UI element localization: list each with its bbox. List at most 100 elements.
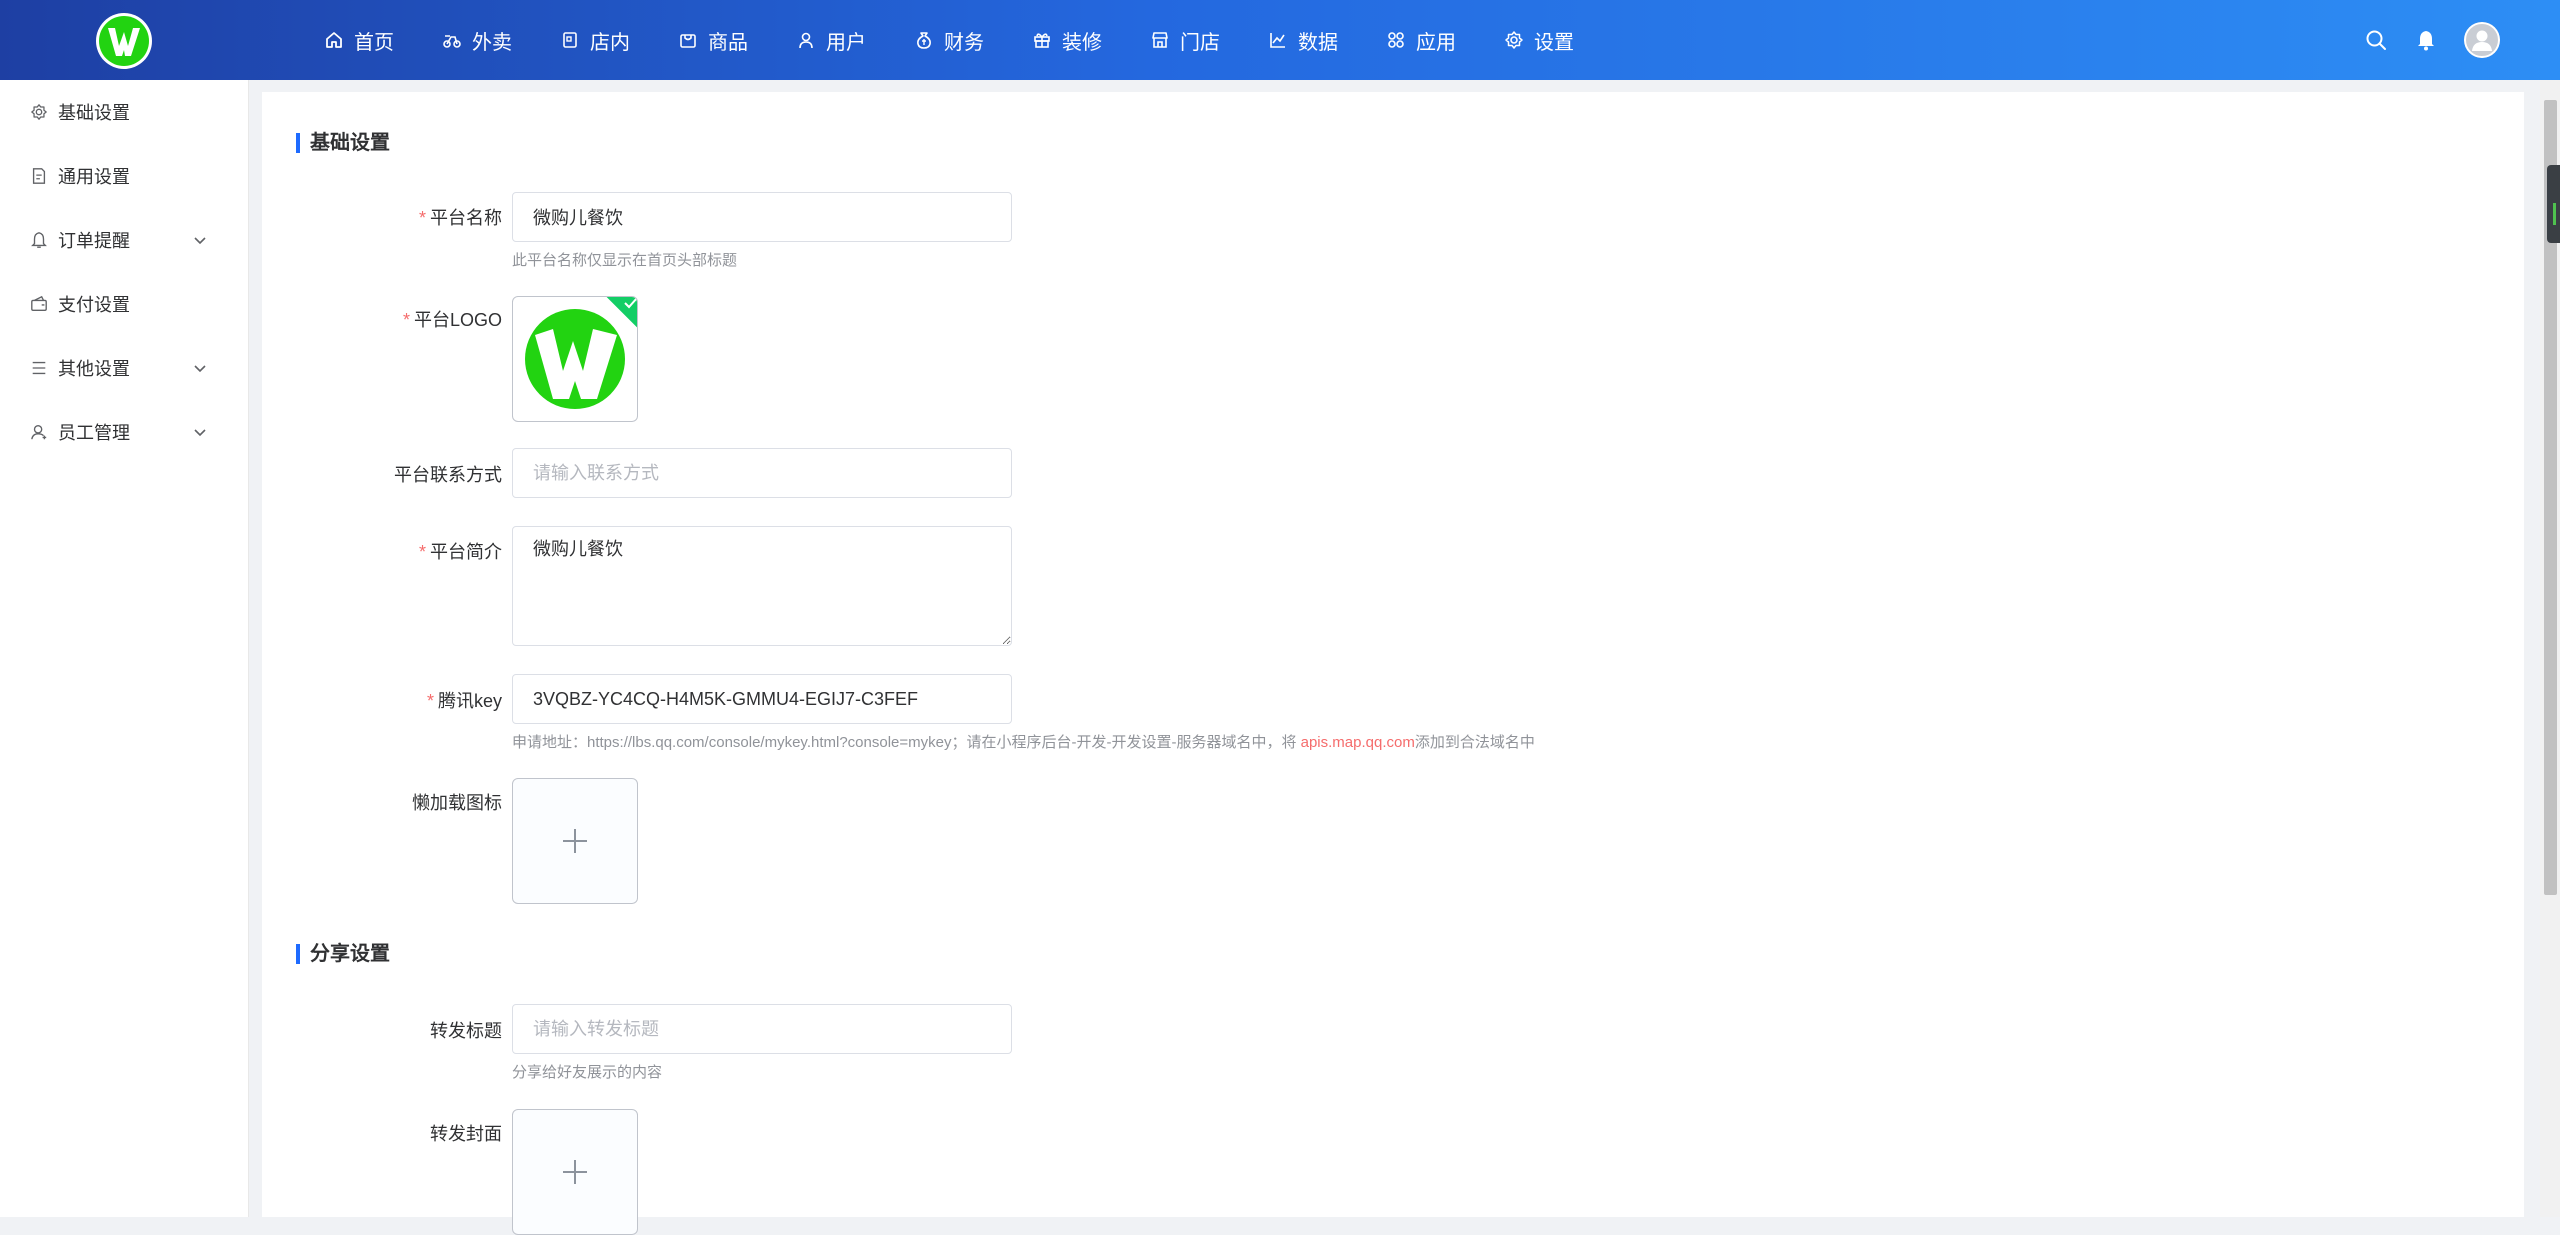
nav-home[interactable]: 首页 bbox=[300, 0, 418, 80]
document-icon bbox=[30, 167, 48, 185]
tencent-key-label: * 腾讯key bbox=[262, 687, 502, 713]
nav-apps[interactable]: 应用 bbox=[1362, 0, 1480, 80]
share-title-input[interactable] bbox=[512, 1004, 1012, 1054]
share-cover-label: 转发封面 bbox=[262, 1120, 502, 1146]
chevron-down-icon bbox=[192, 360, 208, 376]
nav-label: 店内 bbox=[590, 31, 630, 54]
nav-label: 门店 bbox=[1180, 31, 1220, 54]
nav-stores[interactable]: 门店 bbox=[1126, 0, 1244, 80]
wallet-icon bbox=[30, 295, 48, 313]
gear-icon bbox=[30, 103, 48, 121]
nav-settings[interactable]: 设置 bbox=[1480, 0, 1598, 80]
label-text: 平台LOGO bbox=[413, 310, 502, 330]
share-title-help: 分享给好友展示的内容 bbox=[512, 1064, 663, 1081]
shop-icon bbox=[1152, 32, 1168, 48]
contact-input[interactable] bbox=[512, 448, 1012, 498]
nav-label: 设置 bbox=[1534, 31, 1574, 54]
platform-name-help: 此平台名称仅显示在首页头部标题 bbox=[512, 252, 738, 269]
lazy-icon-label: 懒加载图标 bbox=[262, 789, 502, 815]
chevron-down-icon bbox=[192, 232, 208, 248]
top-actions bbox=[2364, 0, 2500, 80]
share-cover-upload[interactable] bbox=[512, 1109, 638, 1235]
label-text: 懒加载图标 bbox=[412, 793, 502, 813]
home-icon bbox=[326, 32, 342, 48]
label-text: 平台名称 bbox=[430, 208, 502, 228]
required-mark: * bbox=[402, 310, 410, 330]
nav-label: 用户 bbox=[826, 31, 866, 54]
label-text: 腾讯key bbox=[437, 691, 502, 711]
side-handle[interactable] bbox=[2547, 165, 2560, 243]
nav-goods[interactable]: 商品 bbox=[654, 0, 772, 80]
logo-mark bbox=[99, 16, 149, 66]
label-text: 平台简介 bbox=[430, 542, 502, 562]
label-text: 平台联系方式 bbox=[394, 465, 502, 485]
bike-icon bbox=[443, 35, 461, 48]
gift-icon bbox=[1034, 33, 1050, 48]
nav-label: 应用 bbox=[1416, 31, 1456, 54]
nav-finance[interactable]: 财务 bbox=[890, 0, 1008, 80]
person-icon bbox=[30, 423, 48, 441]
label-text: 转发封面 bbox=[430, 1124, 502, 1144]
plus-icon bbox=[563, 1160, 587, 1184]
plus-icon bbox=[563, 829, 587, 853]
bell-icon bbox=[30, 231, 48, 249]
gear-icon bbox=[1505, 31, 1523, 49]
tencent-key-help: 申请地址：https://lbs.qq.com/console/mykey.ht… bbox=[512, 731, 1535, 752]
platform-name-input[interactable] bbox=[512, 192, 1012, 242]
user-icon bbox=[799, 32, 813, 49]
grid-icon bbox=[1388, 32, 1404, 48]
brand-logo[interactable] bbox=[96, 13, 152, 69]
intro-textarea[interactable]: 微购儿餐饮 bbox=[512, 526, 1012, 646]
avatar[interactable] bbox=[2464, 22, 2500, 58]
sidebar-item-label: 其他设置 bbox=[58, 359, 130, 379]
sidebar-item-basic-settings[interactable]: 基础设置 bbox=[0, 80, 248, 144]
sidebar: 基础设置 通用设置 订单提醒 支付设置 其他设置 员工管理 bbox=[0, 80, 249, 1217]
sidebar-item-payment-settings[interactable]: 支付设置 bbox=[0, 272, 248, 336]
sidebar-item-order-alert[interactable]: 订单提醒 bbox=[0, 208, 248, 272]
bell-icon[interactable] bbox=[2414, 28, 2438, 52]
bag-icon bbox=[680, 34, 696, 48]
top-bar: 首页 外卖 店内 商品 用户 财务 装修 门店 数据 应用 设置 bbox=[0, 0, 2560, 80]
required-mark: * bbox=[418, 542, 426, 562]
help-text: 申请地址：https://lbs.qq.com/console/mykey.ht… bbox=[512, 734, 1301, 751]
contact-label: 平台联系方式 bbox=[262, 461, 502, 487]
sidebar-item-label: 支付设置 bbox=[58, 295, 130, 315]
search-icon[interactable] bbox=[2364, 28, 2388, 52]
sidebar-item-label: 订单提醒 bbox=[58, 231, 130, 251]
nav-label: 装修 bbox=[1062, 31, 1102, 54]
sidebar-item-general-settings[interactable]: 通用设置 bbox=[0, 144, 248, 208]
list-icon bbox=[30, 359, 48, 377]
qr-scan-icon bbox=[563, 32, 577, 48]
platform-logo-label: * 平台LOGO bbox=[262, 306, 502, 332]
nav-decoration[interactable]: 装修 bbox=[1008, 0, 1126, 80]
nav-delivery[interactable]: 外卖 bbox=[418, 0, 536, 80]
sidebar-item-staff-management[interactable]: 员工管理 bbox=[0, 400, 248, 464]
share-title-label: 转发标题 bbox=[262, 1017, 502, 1043]
help-domain-text: apis.map.qq.com bbox=[1300, 734, 1415, 751]
nav-label: 商品 bbox=[708, 31, 748, 54]
nav-dine-in[interactable]: 店内 bbox=[536, 0, 654, 80]
platform-logo-upload[interactable] bbox=[512, 296, 638, 422]
section-title-share: 分享设置 bbox=[296, 943, 390, 965]
tencent-key-input[interactable] bbox=[512, 674, 1012, 724]
label-text: 转发标题 bbox=[430, 1021, 502, 1041]
nav-label: 首页 bbox=[354, 31, 394, 54]
sidebar-item-label: 通用设置 bbox=[58, 167, 130, 187]
section-title-basic: 基础设置 bbox=[296, 132, 390, 154]
settings-form: 基础设置 *平台名称 此平台名称仅显示在首页头部标题 *平台LOGO 平台联系方… bbox=[262, 92, 2524, 1235]
nav-data[interactable]: 数据 bbox=[1244, 0, 1362, 80]
platform-name-label: * 平台名称 bbox=[262, 204, 502, 230]
required-mark: * bbox=[418, 208, 426, 228]
w-logo-icon bbox=[108, 28, 140, 56]
nav-label: 财务 bbox=[944, 31, 984, 54]
nav-label: 外卖 bbox=[472, 31, 512, 54]
lazy-icon-upload[interactable] bbox=[512, 778, 638, 904]
chevron-down-icon bbox=[192, 424, 208, 440]
check-icon bbox=[624, 297, 637, 309]
nav-users[interactable]: 用户 bbox=[772, 0, 890, 80]
help-text: 添加到合法域名中 bbox=[1414, 734, 1535, 751]
money-bag-icon bbox=[917, 32, 931, 49]
page-scrollbar[interactable] bbox=[2540, 80, 2560, 1217]
nav-label: 数据 bbox=[1298, 31, 1338, 54]
sidebar-item-other-settings[interactable]: 其他设置 bbox=[0, 336, 248, 400]
